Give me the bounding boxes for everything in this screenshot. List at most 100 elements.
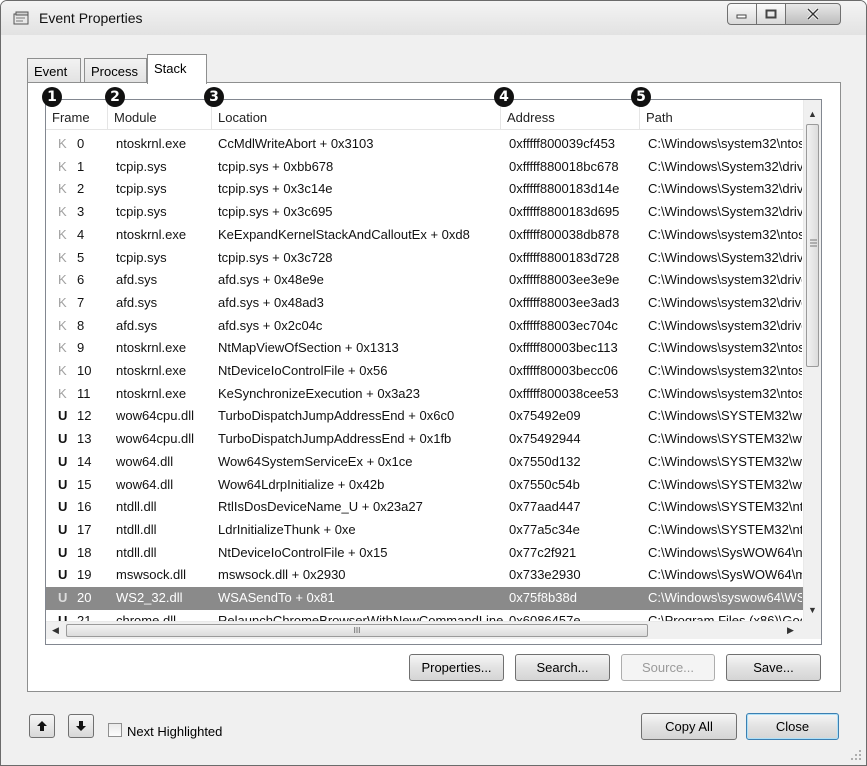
- table-row[interactable]: K 6 afd.sys afd.sys + 0x48e9e 0xfffff88003ee…: [46, 269, 803, 292]
- copy-all-button[interactable]: Copy All: [641, 713, 737, 740]
- callout-2: 2: [105, 87, 125, 107]
- frame-cell: 12: [77, 408, 92, 424]
- next-highlighted-checkbox[interactable]: [108, 723, 122, 737]
- horizontal-scroll-thumb[interactable]: III: [66, 624, 648, 637]
- frame-cell: 1: [77, 158, 85, 174]
- module-cell: wow64cpu.dll: [116, 408, 195, 424]
- module-cell: WS2_32.dll: [116, 590, 183, 605]
- module-cell: tcpip.sys: [116, 249, 167, 265]
- path-cell: C:\Windows\system32\ntoskrnl.exe: [648, 226, 802, 242]
- location-cell: afd.sys + 0x48ad3: [218, 294, 324, 310]
- table-row[interactable]: U 13 wow64cpu.dll TurboDispatchJumpAddressE…: [46, 428, 803, 451]
- path-cell: C:\Windows\System32\drivers\tcpip.sys: [648, 204, 802, 220]
- previous-highlighted-button[interactable]: [29, 714, 55, 738]
- frame-cell: 3: [77, 204, 85, 220]
- column-header-location[interactable]: Location: [212, 100, 501, 130]
- frame-cell: 4: [77, 226, 85, 242]
- module-cell: ntoskrnl.exe: [116, 385, 187, 401]
- close-button[interactable]: Close: [746, 713, 839, 740]
- address-cell: 0xfffff880018bc678: [509, 158, 619, 174]
- column-header-address[interactable]: Address: [501, 100, 640, 130]
- table-row[interactable]: K 0 ntoskrnl.exe CcMdlWriteAbort + 0x3103 0x…: [46, 133, 803, 156]
- frame-mode-icon: K: [58, 249, 67, 265]
- location-cell: TurboDispatchJumpAddressEnd + 0x1fb: [218, 431, 452, 447]
- frame-mode-icon: U: [58, 612, 68, 621]
- table-row[interactable]: K 5 tcpip.sys tcpip.sys + 0x3c728 0xfffff880…: [46, 247, 803, 270]
- horizontal-scrollbar[interactable]: ◀ III ▶: [46, 621, 803, 639]
- scroll-up-arrow-icon[interactable]: ▲: [808, 109, 817, 119]
- callout-4: 4: [494, 87, 514, 107]
- next-highlighted-button[interactable]: [68, 714, 94, 738]
- path-cell: C:\Windows\SysWOW64\mswsock.dll: [648, 567, 802, 583]
- table-row[interactable]: K 10 ntoskrnl.exe NtDeviceIoControlFile + 0…: [46, 360, 803, 383]
- location-cell: NtDeviceIoControlFile + 0x15: [218, 544, 388, 560]
- table-row[interactable]: U 15 wow64.dll Wow64LdrpInitialize + 0x42b 0…: [46, 474, 803, 497]
- frame-cell: 5: [77, 249, 85, 265]
- path-cell: C:\Windows\system32\ntoskrnl.exe: [648, 385, 802, 401]
- scroll-left-arrow-icon[interactable]: ◀: [52, 625, 59, 636]
- table-row[interactable]: U 20 WS2_32.dll WSASendTo + 0x81 0x75f8b38d C…: [46, 587, 803, 610]
- table-row[interactable]: K 11 ntoskrnl.exe KeSynchronizeExecution + …: [46, 383, 803, 406]
- table-row[interactable]: U 19 mswsock.dll mswsock.dll + 0x2930 0x733e…: [46, 564, 803, 587]
- stack-rows: K 0 ntoskrnl.exe CcMdlWriteAbort + 0x3103 0x…: [46, 133, 803, 621]
- table-row[interactable]: U 18 ntdll.dll NtDeviceIoControlFile + 0x15…: [46, 542, 803, 565]
- table-row[interactable]: U 21 chrome.dll RelaunchChromeBrowserWithNe…: [46, 610, 803, 621]
- table-row[interactable]: U 17 ntdll.dll LdrInitializeThunk + 0xe 0x77…: [46, 519, 803, 542]
- arrow-up-icon: [37, 721, 47, 731]
- scroll-down-arrow-icon[interactable]: ▼: [808, 605, 817, 615]
- location-cell: mswsock.dll + 0x2930: [218, 567, 346, 583]
- column-header-path[interactable]: Path: [640, 100, 803, 130]
- frame-cell: 10: [77, 363, 92, 378]
- frame-mode-icon: K: [58, 340, 67, 356]
- frame-mode-icon: K: [58, 136, 67, 151]
- source-button[interactable]: Source...: [621, 654, 715, 681]
- table-row[interactable]: K 7 afd.sys afd.sys + 0x48ad3 0xfffff88003ee…: [46, 292, 803, 315]
- frame-mode-icon: U: [58, 590, 68, 605]
- tab-event[interactable]: Event: [27, 58, 81, 82]
- path-cell: C:\Program Files (x86)\Google\Chrome\chr…: [648, 612, 802, 621]
- frame-cell: 21: [77, 612, 92, 621]
- column-header-module[interactable]: Module: [108, 100, 212, 130]
- table-row[interactable]: K 8 afd.sys afd.sys + 0x2c04c 0xfffff88003ec…: [46, 315, 803, 338]
- path-cell: C:\Windows\System32\drivers\tcpip.sys: [648, 249, 802, 265]
- module-cell: ntdll.dll: [116, 499, 157, 515]
- table-row[interactable]: K 3 tcpip.sys tcpip.sys + 0x3c695 0xfffff880…: [46, 201, 803, 224]
- event-properties-icon: [13, 11, 29, 25]
- table-row[interactable]: K 1 tcpip.sys tcpip.sys + 0xbb678 0xfffff880…: [46, 156, 803, 179]
- minimize-button[interactable]: [727, 3, 757, 25]
- maximize-button[interactable]: [756, 3, 786, 25]
- table-row[interactable]: U 14 wow64.dll Wow64SystemServiceEx + 0x1ce…: [46, 451, 803, 474]
- table-row[interactable]: U 16 ntdll.dll RtlIsDosDeviceName_U + 0x23a…: [46, 496, 803, 519]
- vertical-scroll-thumb[interactable]: [806, 124, 819, 367]
- module-cell: mswsock.dll: [116, 567, 187, 583]
- close-window-button[interactable]: [785, 3, 841, 25]
- properties-button[interactable]: Properties...: [409, 654, 504, 681]
- address-cell: 0xfffff88003ee3e9e: [509, 272, 620, 288]
- address-cell: 0xfffff88003ec704c: [509, 317, 618, 333]
- column-module-label: Module: [114, 110, 157, 125]
- table-row[interactable]: U 12 wow64cpu.dll TurboDispatchJumpAddressE…: [46, 405, 803, 428]
- path-cell: C:\Windows\system32\drivers\afd.sys: [648, 272, 802, 288]
- resize-grip-icon[interactable]: [850, 749, 862, 761]
- tab-process[interactable]: Process: [84, 58, 147, 82]
- stack-list[interactable]: Frame Module Location Address Path K 0 nto…: [45, 99, 822, 645]
- save-button[interactable]: Save...: [726, 654, 821, 681]
- scroll-right-arrow-icon[interactable]: ▶: [787, 625, 794, 636]
- location-cell: tcpip.sys + 0xbb678: [218, 158, 334, 174]
- table-row[interactable]: K 4 ntoskrnl.exe KeExpandKernelStackAndCall…: [46, 224, 803, 247]
- frame-mode-icon: U: [58, 521, 68, 537]
- module-cell: ntoskrnl.exe: [116, 340, 187, 356]
- frame-cell: 6: [77, 272, 85, 288]
- title-bar[interactable]: Event Properties: [1, 1, 866, 35]
- search-button[interactable]: Search...: [515, 654, 610, 681]
- table-row[interactable]: K 2 tcpip.sys tcpip.sys + 0x3c14e 0xfffff880…: [46, 178, 803, 201]
- address-cell: 0x77a5c34e: [509, 521, 580, 537]
- table-row[interactable]: K 9 ntoskrnl.exe NtMapViewOfSection + 0x131…: [46, 337, 803, 360]
- close-icon: [806, 8, 820, 20]
- frame-cell: 13: [77, 431, 92, 447]
- vertical-scrollbar[interactable]: ▲ ▼: [803, 100, 821, 621]
- address-cell: 0x7550d132: [509, 453, 581, 469]
- frame-cell: 0: [77, 136, 85, 151]
- location-cell: afd.sys + 0x2c04c: [218, 317, 323, 333]
- tab-stack[interactable]: Stack: [147, 54, 207, 84]
